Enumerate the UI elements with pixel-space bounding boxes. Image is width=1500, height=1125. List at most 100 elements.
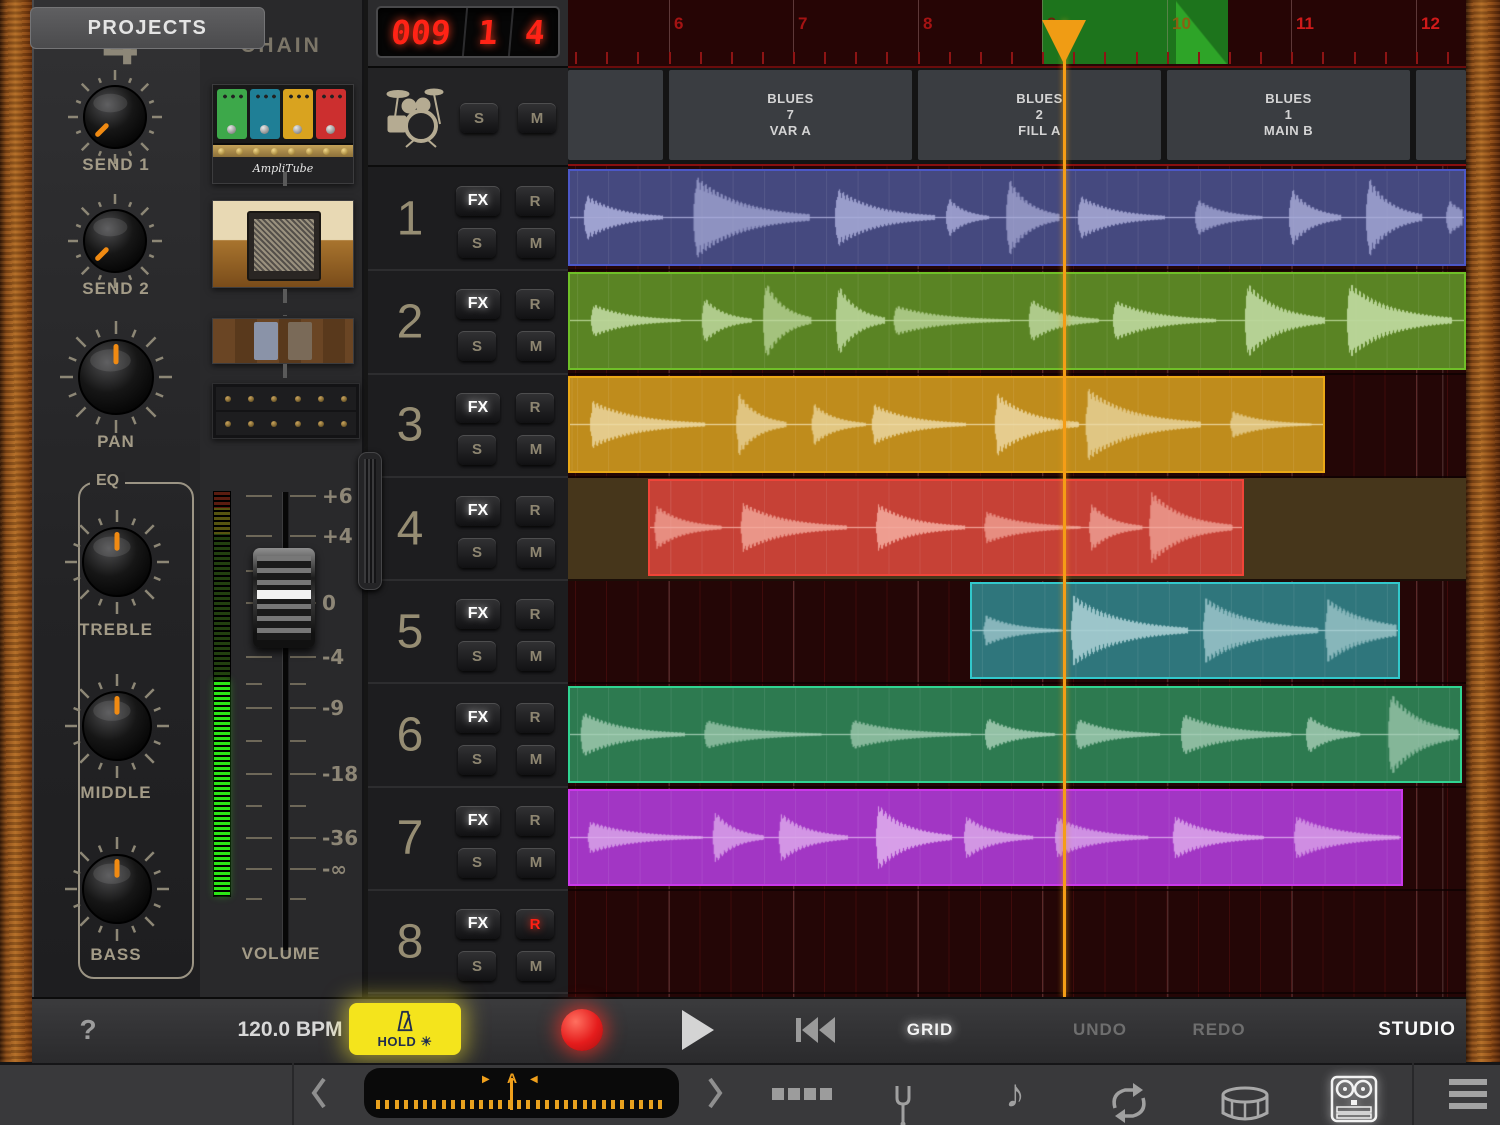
track-header-8[interactable]: 8FXRSM xyxy=(368,891,568,994)
solo-button[interactable]: S xyxy=(458,951,496,981)
solo-button[interactable]: S xyxy=(458,538,496,568)
audio-region-track-4[interactable] xyxy=(648,479,1244,576)
fx-button[interactable]: FX xyxy=(456,703,500,733)
record-arm-button[interactable]: R xyxy=(516,599,554,629)
play-button[interactable] xyxy=(682,1010,714,1050)
menu-icon[interactable] xyxy=(1438,1063,1498,1125)
tuning-fork-icon[interactable] xyxy=(885,1075,921,1125)
drum-loop-cell[interactable] xyxy=(568,70,663,160)
record-arm-button[interactable]: R xyxy=(516,186,554,216)
drum-icon[interactable] xyxy=(1218,1075,1272,1125)
sections-icon[interactable] xyxy=(762,1063,842,1125)
record-arm-button[interactable]: R xyxy=(516,909,554,939)
solo-button[interactable]: S xyxy=(458,228,496,258)
audio-region-track-1[interactable] xyxy=(568,169,1466,266)
chevron-right-icon[interactable] xyxy=(704,1073,726,1113)
counter-beat: 1 xyxy=(464,8,514,56)
drum-solo-button[interactable]: S xyxy=(460,103,498,133)
fx-button[interactable]: FX xyxy=(456,806,500,836)
record-button[interactable] xyxy=(561,1009,603,1051)
track-header-6[interactable]: 6FXRSM xyxy=(368,685,568,788)
bpm-display[interactable]: 120.0 BPM xyxy=(220,997,360,1063)
track-header-2[interactable]: 2FXRSM xyxy=(368,271,568,374)
timeline-ruler[interactable] xyxy=(568,0,1466,68)
pedal-image xyxy=(283,89,313,139)
help-button[interactable]: ? xyxy=(68,997,108,1063)
slider-tick xyxy=(658,1100,662,1109)
solo-button[interactable]: S xyxy=(458,848,496,878)
drum-mute-button[interactable]: M xyxy=(518,103,556,133)
mute-button[interactable]: M xyxy=(517,745,555,775)
send1-knob[interactable] xyxy=(64,66,166,168)
volume-fader-handle[interactable] xyxy=(253,548,315,648)
mute-button[interactable]: M xyxy=(517,435,555,465)
arrange-timeline[interactable]: 6789101112 BLUES7VAR ABLUES2FILL ABLUES1… xyxy=(568,0,1466,997)
undo-button[interactable]: UNDO xyxy=(1060,997,1140,1063)
mute-button[interactable]: M xyxy=(517,848,555,878)
fx-button[interactable]: FX xyxy=(456,393,500,423)
fx-button[interactable]: FX xyxy=(456,496,500,526)
ruler-bar-number: 12 xyxy=(1421,14,1440,34)
mute-button[interactable]: M xyxy=(517,228,555,258)
audio-region-track-3[interactable] xyxy=(568,376,1325,473)
track-scrollbar-thumb[interactable] xyxy=(358,452,382,590)
chevron-left-icon[interactable] xyxy=(308,1073,330,1113)
drum-track-header[interactable]: S M xyxy=(368,68,568,167)
send2-knob[interactable] xyxy=(64,190,166,292)
tape-recorder-icon[interactable] xyxy=(1328,1068,1380,1125)
fx-button[interactable]: FX xyxy=(456,289,500,319)
track-header-1[interactable]: 1FXRSM xyxy=(368,168,568,271)
audio-region-track-2[interactable] xyxy=(568,272,1466,369)
audio-region-track-7[interactable] xyxy=(568,789,1403,886)
solo-button[interactable]: S xyxy=(458,435,496,465)
fx-button[interactable]: FX xyxy=(456,909,500,939)
note-icon[interactable]: ♪ xyxy=(990,1063,1040,1125)
audio-region-track-6[interactable] xyxy=(568,686,1462,783)
mute-button[interactable]: M xyxy=(517,538,555,568)
mute-button[interactable]: M xyxy=(517,951,555,981)
track-lane-8[interactable] xyxy=(568,891,1466,994)
mute-button[interactable]: M xyxy=(517,331,555,361)
drum-loop-cell[interactable]: BLUES7VAR A xyxy=(669,70,912,160)
stomp-pedals-thumbnail[interactable] xyxy=(212,318,354,364)
drum-loop-cell[interactable]: BLUES2FILL A xyxy=(918,70,1161,160)
treble-knob[interactable] xyxy=(61,506,173,618)
drum-loop-cell[interactable] xyxy=(1416,70,1466,160)
cabinet-thumbnail[interactable] xyxy=(212,200,354,288)
bass-knob[interactable] xyxy=(61,833,173,945)
rewind-button[interactable] xyxy=(790,997,840,1063)
drum-loop-cell[interactable]: BLUES1MAIN B xyxy=(1167,70,1410,160)
wood-rail-left xyxy=(0,0,34,1062)
metronome-hold-button[interactable]: HOLD ☀ xyxy=(349,1003,461,1055)
redo-button[interactable]: REDO xyxy=(1179,997,1259,1063)
audio-region-track-5[interactable] xyxy=(970,582,1400,679)
track-header-4[interactable]: 4FXRSM xyxy=(368,478,568,581)
middle-knob[interactable] xyxy=(61,670,173,782)
projects-button[interactable]: PROJECTS xyxy=(30,7,265,49)
grid-toggle[interactable]: GRID xyxy=(890,997,970,1063)
pedalboard-amp-thumbnail[interactable]: AmpliTube xyxy=(212,84,354,184)
slider-tick xyxy=(592,1100,596,1109)
solo-button[interactable]: S xyxy=(458,745,496,775)
ruler-bar-number: 6 xyxy=(674,14,683,34)
track-header-5[interactable]: 5FXRSM xyxy=(368,581,568,684)
record-arm-button[interactable]: R xyxy=(516,289,554,319)
track-header-7[interactable]: 7FXRSM xyxy=(368,788,568,891)
record-arm-button[interactable]: R xyxy=(516,393,554,423)
playhead-marker[interactable] xyxy=(1042,20,1086,64)
beat-tick xyxy=(918,52,920,64)
song-section-slider[interactable]: A ▶ ◀ xyxy=(364,1068,679,1118)
solo-button[interactable]: S xyxy=(458,641,496,671)
track-header-3[interactable]: 3FXRSM xyxy=(368,375,568,478)
loop-icon[interactable] xyxy=(1105,1072,1153,1125)
record-arm-button[interactable]: R xyxy=(516,703,554,733)
rack-effects-thumbnail[interactable] xyxy=(212,383,360,439)
record-arm-button[interactable]: R xyxy=(516,806,554,836)
fx-button[interactable]: FX xyxy=(456,599,500,629)
fx-button[interactable]: FX xyxy=(456,186,500,216)
pan-knob[interactable] xyxy=(56,317,176,437)
studio-button[interactable]: STUDIO xyxy=(1372,997,1462,1063)
solo-button[interactable]: S xyxy=(458,331,496,361)
mute-button[interactable]: M xyxy=(517,641,555,671)
record-arm-button[interactable]: R xyxy=(516,496,554,526)
